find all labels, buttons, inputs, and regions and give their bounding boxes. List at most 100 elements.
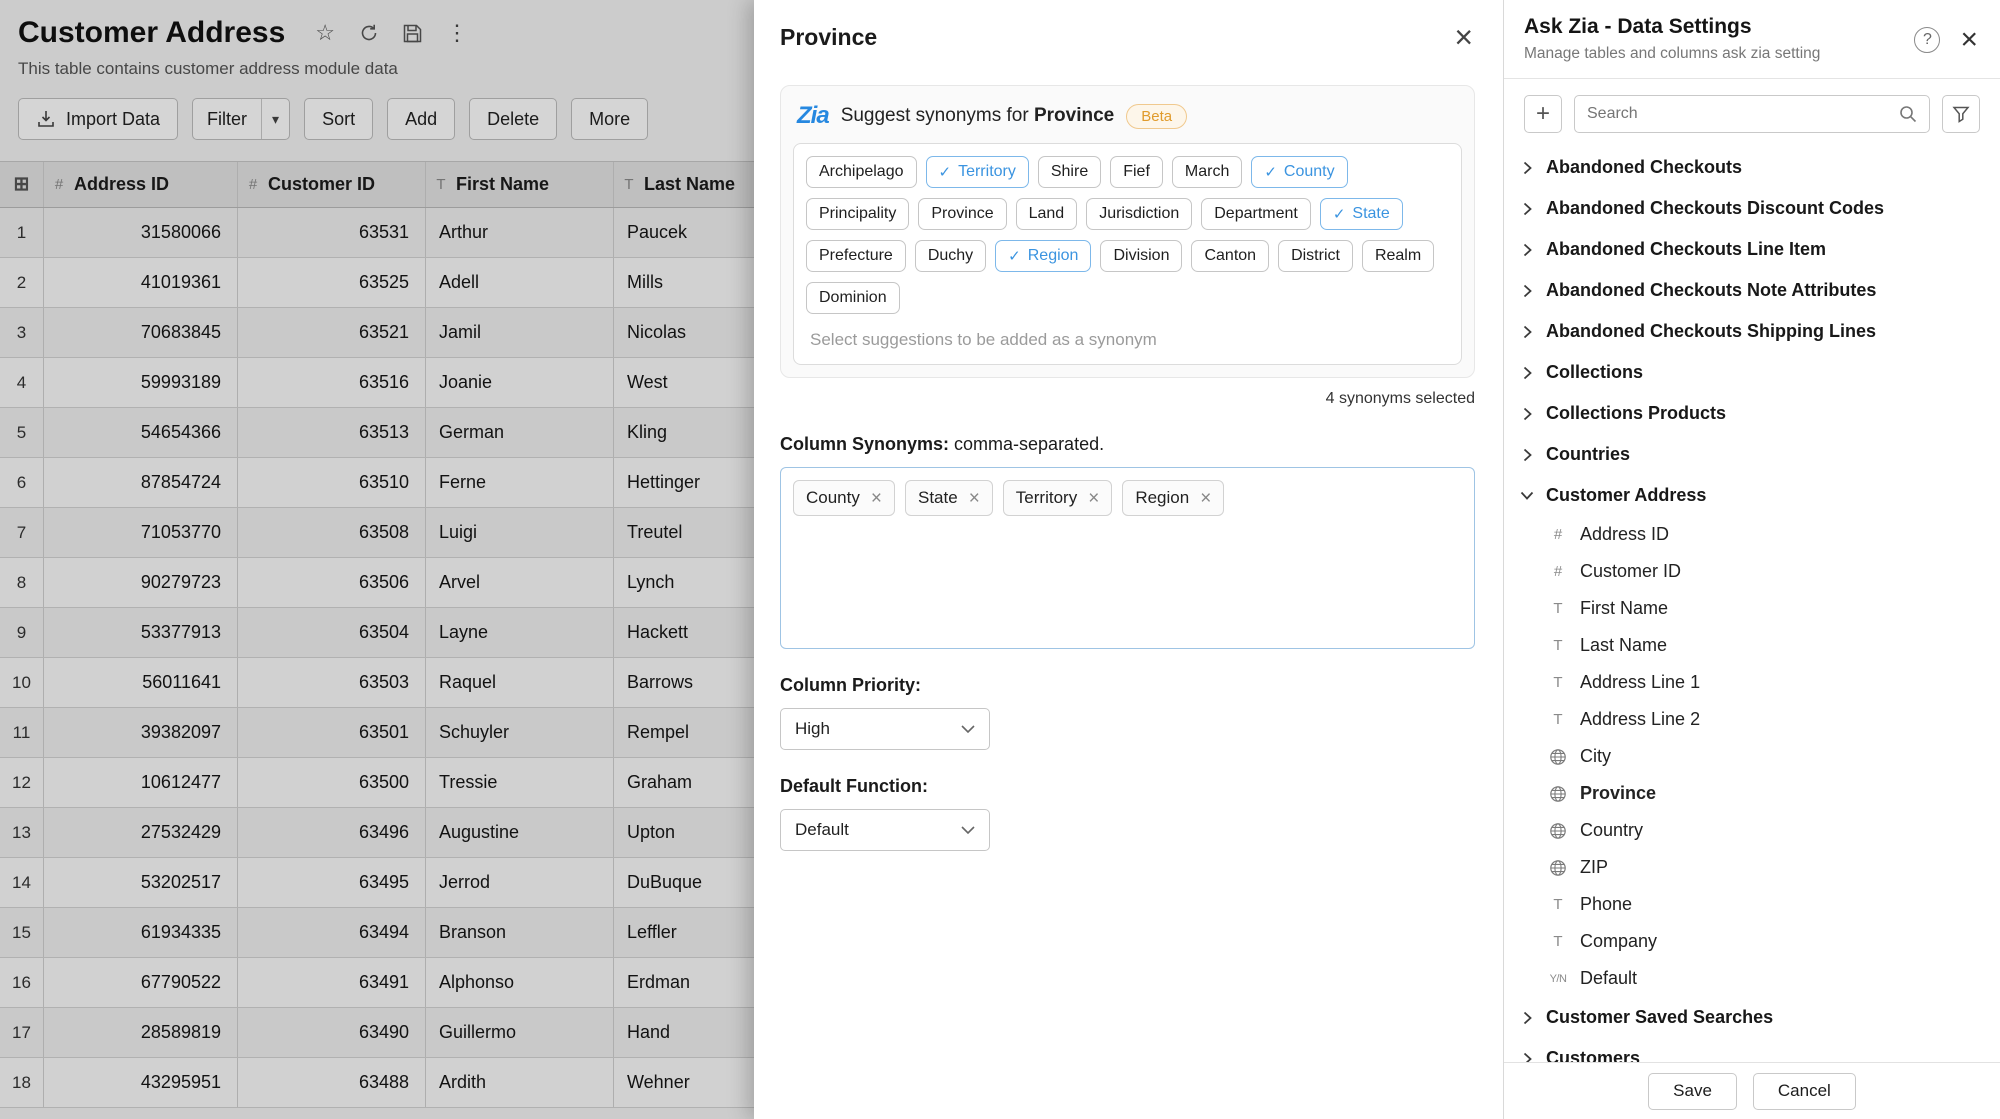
text-type-icon: T (1546, 896, 1570, 913)
chevron-right-icon[interactable] (1520, 161, 1534, 175)
tree-table-item[interactable]: Abandoned Checkouts Note Attributes (1520, 270, 1990, 311)
tag-label: Region (1135, 488, 1189, 508)
tree-column-item[interactable]: #Customer ID (1520, 553, 1990, 590)
tree-column-item[interactable]: TAddress Line 1 (1520, 664, 1990, 701)
tree-column-item[interactable]: TLast Name (1520, 627, 1990, 664)
tree-table-item[interactable]: Abandoned Checkouts Shipping Lines (1520, 311, 1990, 352)
chevron-right-icon[interactable] (1520, 1052, 1534, 1063)
search-input[interactable] (1587, 105, 1891, 123)
synonym-suggestion-chip[interactable]: Dominion (806, 282, 900, 314)
text-type-icon: T (1546, 711, 1570, 728)
tag-label: County (806, 488, 860, 508)
chip-label: Jurisdiction (1099, 205, 1179, 223)
synonym-suggestion-chip[interactable]: Duchy (915, 240, 986, 272)
synonym-suggestion-chip[interactable]: Archipelago (806, 156, 917, 188)
tree-table-item[interactable]: Collections Products (1520, 393, 1990, 434)
search-field[interactable] (1574, 95, 1930, 133)
chevron-right-icon[interactable] (1520, 366, 1534, 380)
help-icon[interactable]: ? (1914, 27, 1940, 53)
synonym-suggestion-chip[interactable]: ✓Territory (926, 156, 1029, 188)
tree-column-item[interactable]: Y/NDefault (1520, 960, 1990, 997)
synonym-suggestion-chip[interactable]: Realm (1362, 240, 1434, 272)
chevron-down-icon (961, 826, 975, 835)
tree-table-item[interactable]: Countries (1520, 434, 1990, 475)
chevron-right-icon[interactable] (1520, 325, 1534, 339)
tree-column-item[interactable]: City (1520, 738, 1990, 775)
tree-column-item[interactable]: Province (1520, 775, 1990, 812)
tree-column-label: ZIP (1580, 857, 1608, 878)
synonym-suggestion-chip[interactable]: Department (1201, 198, 1311, 230)
synonym-suggestion-chip[interactable]: Land (1016, 198, 1078, 230)
tree-column-item[interactable]: ZIP (1520, 849, 1990, 886)
panel-subtitle: Manage tables and columns ask zia settin… (1524, 45, 1820, 63)
synonym-suggestion-chip[interactable]: Canton (1191, 240, 1269, 272)
remove-tag-icon[interactable]: × (1088, 489, 1099, 508)
default-function-select[interactable]: Default (780, 809, 990, 851)
synonym-suggestion-chip[interactable]: ✓ State (1320, 198, 1403, 230)
column-synonyms-label: Column Synonyms: comma-separated. (780, 434, 1503, 455)
synonym-suggestion-chip[interactable]: ✓County (1251, 156, 1347, 188)
panel-close-icon[interactable]: × (1960, 28, 1978, 52)
synonym-suggestion-chip[interactable]: Fief (1110, 156, 1163, 188)
remove-tag-icon[interactable]: × (1200, 489, 1211, 508)
synonym-suggestions-box: Archipelago✓TerritoryShireFiefMarch✓Coun… (793, 143, 1462, 365)
tree-table-item[interactable]: Abandoned Checkouts Line Item (1520, 229, 1990, 270)
remove-tag-icon[interactable]: × (969, 489, 980, 508)
tree-table-item[interactable]: Customers (1520, 1038, 1990, 1062)
synonym-suggestion-chip[interactable]: Shire (1038, 156, 1101, 188)
chevron-right-icon[interactable] (1520, 284, 1534, 298)
filter-funnel-button[interactable] (1942, 95, 1980, 133)
chevron-down-icon[interactable] (1520, 491, 1534, 500)
chevron-right-icon[interactable] (1520, 243, 1534, 257)
chip-label: Prefecture (819, 247, 893, 265)
synonym-suggestion-chip[interactable]: Prefecture (806, 240, 906, 272)
check-icon: ✓ (1333, 205, 1346, 223)
synonym-suggestion-chip[interactable]: Jurisdiction (1086, 198, 1192, 230)
tree-column-label: Province (1580, 783, 1656, 804)
chevron-right-icon[interactable] (1520, 202, 1534, 216)
synonym-suggestion-chip[interactable]: ✓Region (995, 240, 1091, 272)
synonym-suggestion-chip[interactable]: March (1172, 156, 1242, 188)
synonym-suggestion-chip[interactable]: Province (918, 198, 1006, 230)
chip-label: Dominion (819, 289, 887, 307)
tree-table-item[interactable]: Customer Address (1520, 475, 1990, 516)
tree-column-item[interactable]: TFirst Name (1520, 590, 1990, 627)
tree-table-label: Abandoned Checkouts (1546, 157, 1742, 178)
text-type-icon: T (1546, 637, 1570, 654)
synonym-suggestion-chip[interactable]: Principality (806, 198, 909, 230)
add-table-button[interactable]: + (1524, 95, 1562, 133)
modal-close-icon[interactable]: × (1454, 25, 1473, 51)
tree-table-item[interactable]: Customer Saved Searches (1520, 997, 1990, 1038)
synonym-suggestion-chip[interactable]: Division (1100, 240, 1182, 272)
chip-label: County (1284, 163, 1335, 181)
synonym-tag: County × (793, 480, 895, 516)
suggest-title: Suggest synonyms for Province (841, 105, 1115, 127)
tree-column-item[interactable]: TAddress Line 2 (1520, 701, 1990, 738)
column-priority-select[interactable]: High (780, 708, 990, 750)
tree-table-item[interactable]: Collections (1520, 352, 1990, 393)
synonym-suggestion-chip[interactable]: District (1278, 240, 1353, 272)
tree-table-label: Abandoned Checkouts Shipping Lines (1546, 321, 1876, 342)
tree-table-item[interactable]: Abandoned Checkouts (1520, 147, 1990, 188)
zia-logo-icon: Zia (797, 102, 829, 130)
chevron-right-icon[interactable] (1520, 1011, 1534, 1025)
tree-column-item[interactable]: TCompany (1520, 923, 1990, 960)
tree-column-item[interactable]: #Address ID (1520, 516, 1990, 553)
globe-geo-type-icon (1546, 859, 1570, 877)
tree-column-item[interactable]: Country (1520, 812, 1990, 849)
globe-geo-type-icon (1546, 785, 1570, 803)
chip-label: Division (1113, 247, 1169, 265)
remove-tag-icon[interactable]: × (871, 489, 882, 508)
zia-suggest-card: Zia Suggest synonyms for Province Beta A… (780, 85, 1475, 378)
save-button[interactable]: Save (1648, 1073, 1737, 1110)
synonym-tag: State× (905, 480, 993, 516)
tree-table-item[interactable]: Abandoned Checkouts Discount Codes (1520, 188, 1990, 229)
tree-column-item[interactable]: TPhone (1520, 886, 1990, 923)
cancel-button[interactable]: Cancel (1753, 1073, 1856, 1110)
chevron-right-icon[interactable] (1520, 448, 1534, 462)
chevron-right-icon[interactable] (1520, 407, 1534, 421)
chips-container: Archipelago✓TerritoryShireFiefMarch✓Coun… (806, 156, 1449, 314)
search-icon[interactable] (1899, 105, 1917, 123)
chip-label: State (1352, 205, 1389, 223)
synonyms-input[interactable]: County×State×Territory×Region× (780, 467, 1475, 649)
